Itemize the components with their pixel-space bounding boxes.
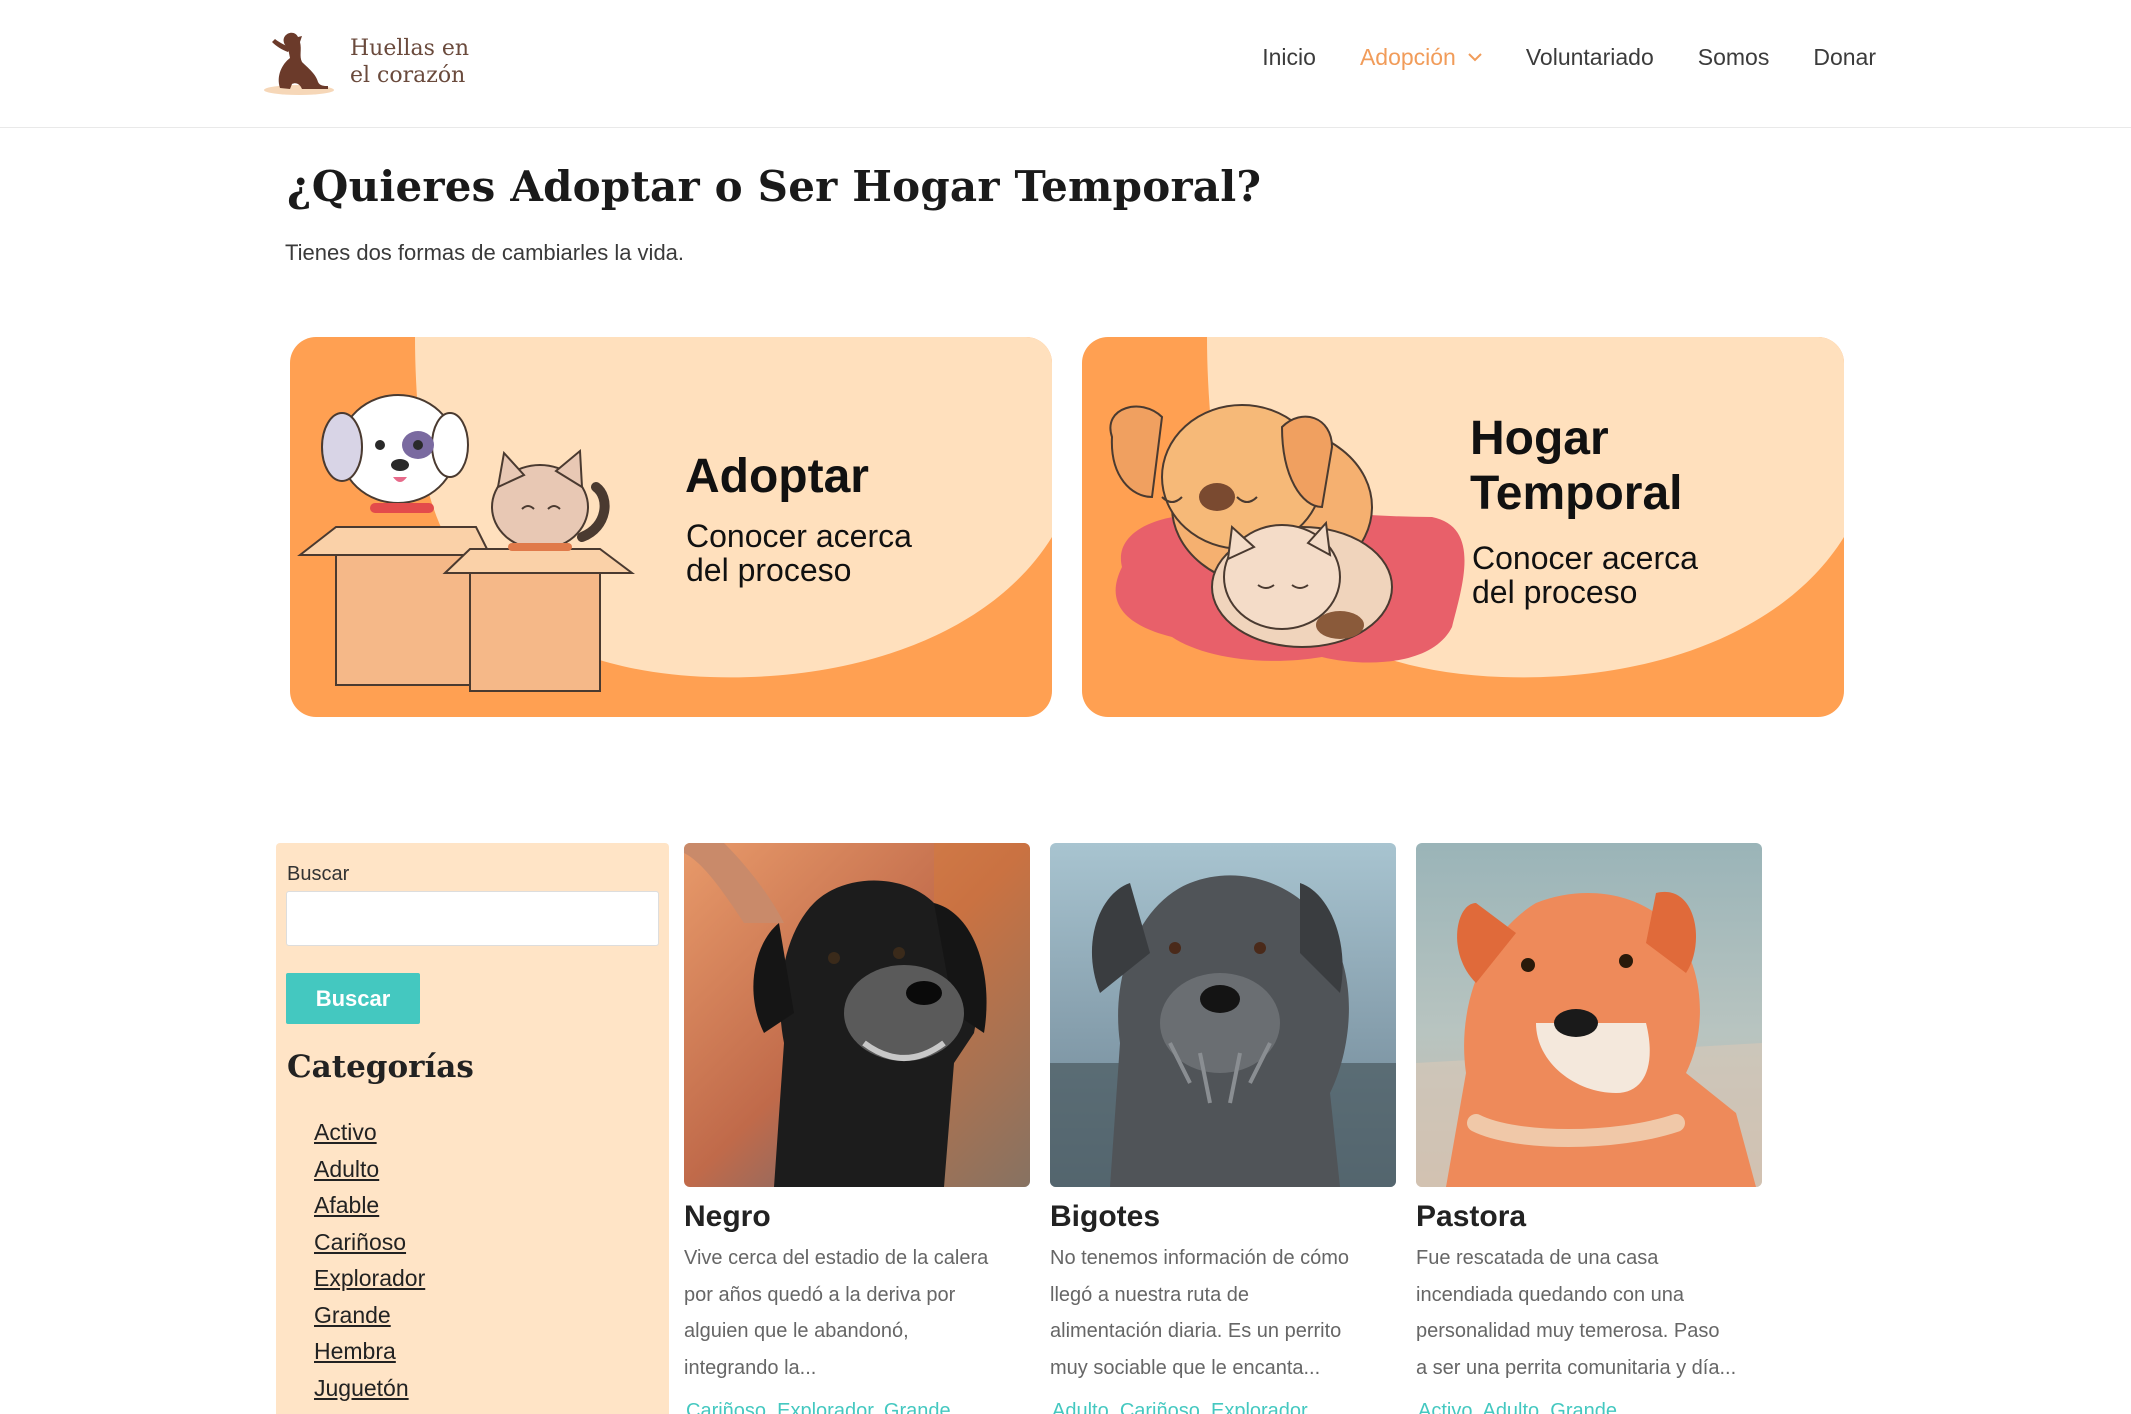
logo-text: Huellas en el corazón (350, 35, 469, 89)
page: Huellas en el corazón Inicio Adopción Vo… (0, 0, 2131, 1414)
logo-text-line2: el corazón (350, 63, 466, 88)
dog-logo-icon (264, 32, 334, 95)
pet-card-bigotes[interactable]: Bigotes No tenemos información de cómo l… (1050, 843, 1396, 1414)
pet-name-pastora[interactable]: Pastora (1416, 1200, 1526, 1234)
adoptar-subtitle-line2: del proceso (686, 552, 852, 588)
nav-item-somos[interactable]: Somos (1698, 44, 1770, 71)
pet-description-line: por años quedó a la deriva por (684, 1283, 956, 1306)
hogar-temporal-subtitle-line1: Conocer acerca (1472, 540, 1698, 576)
pet-description-negro: Vive cerca del estadio de la calera por … (684, 1240, 1024, 1386)
main-nav: Inicio Adopción Voluntariado Somos Donar (1218, 44, 1876, 71)
pet-description-line: personalidad muy temerosa. Paso (1416, 1320, 1720, 1342)
pet-description-line: muy sociable que le encanta... (1050, 1356, 1321, 1379)
dog-photo-image (1416, 843, 1762, 1187)
adoptar-subtitle-line1: Conocer acerca (686, 518, 912, 554)
pet-name-bigotes[interactable]: Bigotes (1050, 1200, 1160, 1234)
category-link-activo[interactable]: Activo (314, 1119, 377, 1145)
categories-title: Categorías (287, 1049, 474, 1085)
category-item: Juguetón (314, 1375, 425, 1412)
category-item: Cariñoso (314, 1229, 425, 1266)
category-link-explorador[interactable]: Explorador (314, 1265, 425, 1291)
pet-tags-bigotes[interactable]: Adulto, Cariñoso, Explorador (1052, 1400, 1392, 1414)
hogar-temporal-subtitle-line2: del proceso (1472, 574, 1638, 610)
pet-photo-bigotes[interactable] (1050, 843, 1396, 1187)
pet-description-line: a ser una perrita comunitaria y día... (1416, 1356, 1737, 1379)
category-item: Hembra (314, 1338, 425, 1375)
pet-description-line: Vive cerca del estadio de la calera (684, 1247, 989, 1269)
hogar-temporal-title-line2: Temporal (1470, 467, 1683, 520)
pet-photo-pastora[interactable] (1416, 843, 1762, 1187)
filter-sidebar: Buscar Buscar Categorías Activo Adulto A… (276, 843, 669, 1414)
hogar-temporal-illustration (1109, 337, 1844, 678)
site-logo[interactable]: Huellas en el corazón (262, 28, 469, 96)
dog-photo-image (684, 843, 1030, 1187)
pet-name-negro[interactable]: Negro (684, 1200, 771, 1234)
nav-item-adopcion-label: Adopción (1359, 44, 1456, 70)
pet-description-line: incendiada quedando con una (1416, 1283, 1685, 1306)
pet-tags-negro[interactable]: Cariñoso, Explorador, Grande (686, 1400, 1026, 1414)
site-header: Huellas en el corazón Inicio Adopción Vo… (0, 0, 2131, 128)
pet-card-pastora[interactable]: Pastora Fue rescatada de una casa incend… (1416, 843, 1762, 1414)
logo-text-line1: Huellas en (350, 36, 470, 61)
dog-photo-image (1050, 843, 1396, 1187)
hogar-temporal-banner[interactable]: Hogar Temporal Conocer acerca del proces… (1082, 337, 1844, 717)
hogar-temporal-subtitle: Conocer acerca del proceso (1472, 541, 1698, 609)
category-link-carinoso[interactable]: Cariñoso (314, 1229, 406, 1255)
category-link-jugueton[interactable]: Juguetón (314, 1375, 409, 1401)
category-item: Activo (314, 1119, 425, 1156)
nav-item-voluntariado[interactable]: Voluntariado (1526, 44, 1654, 71)
hogar-temporal-title-line1: Hogar (1470, 412, 1609, 465)
category-item: Grande (314, 1302, 425, 1339)
pet-description-line: integrando la... (684, 1356, 817, 1379)
adoptar-title: Adoptar (685, 450, 869, 503)
category-link-grande[interactable]: Grande (314, 1302, 391, 1328)
pet-tags-pastora[interactable]: Activo, Adulto, Grande (1418, 1400, 1758, 1414)
category-link-adulto[interactable]: Adulto (314, 1156, 379, 1182)
category-list: Activo Adulto Afable Cariñoso Explorador… (314, 1119, 425, 1411)
pet-description-line: alimentación diaria. Es un perrito (1050, 1320, 1342, 1342)
adoptar-subtitle: Conocer acerca del proceso (686, 519, 912, 587)
nav-item-donar[interactable]: Donar (1813, 44, 1876, 71)
pet-description-line: No tenemos información de cómo (1050, 1247, 1350, 1269)
search-button[interactable]: Buscar (286, 973, 420, 1024)
pet-description-line: llegó a nuestra ruta de (1050, 1283, 1250, 1306)
search-label: Buscar (287, 863, 350, 885)
nav-item-adopcion[interactable]: Adopción (1360, 44, 1482, 71)
chevron-down-icon (1468, 53, 1482, 62)
category-item: Afable (314, 1192, 425, 1229)
category-item: Explorador (314, 1265, 425, 1302)
category-link-hembra[interactable]: Hembra (314, 1338, 396, 1364)
pet-description-pastora: Fue rescatada de una casa incendiada que… (1416, 1240, 1756, 1386)
pet-photo-negro[interactable] (684, 843, 1030, 1187)
page-title: ¿Quieres Adoptar o Ser Hogar Temporal? (287, 162, 1262, 211)
adoptar-illustration (297, 337, 1052, 692)
pet-description-line: alguien que le abandonó, (684, 1320, 909, 1342)
search-input[interactable] (286, 891, 659, 946)
category-link-afable[interactable]: Afable (314, 1192, 379, 1218)
pet-description-line: Fue rescatada de una casa (1416, 1247, 1659, 1269)
pet-card-negro[interactable]: Negro Vive cerca del estadio de la caler… (684, 843, 1030, 1414)
category-item: Adulto (314, 1156, 425, 1193)
pet-description-bigotes: No tenemos información de cómo llegó a n… (1050, 1240, 1390, 1386)
page-subtitle: Tienes dos formas de cambiarles la vida. (285, 240, 685, 265)
hogar-temporal-title: Hogar Temporal (1470, 411, 1682, 521)
nav-item-inicio[interactable]: Inicio (1262, 44, 1316, 71)
adoptar-banner[interactable]: Adoptar Conocer acerca del proceso (290, 337, 1052, 717)
